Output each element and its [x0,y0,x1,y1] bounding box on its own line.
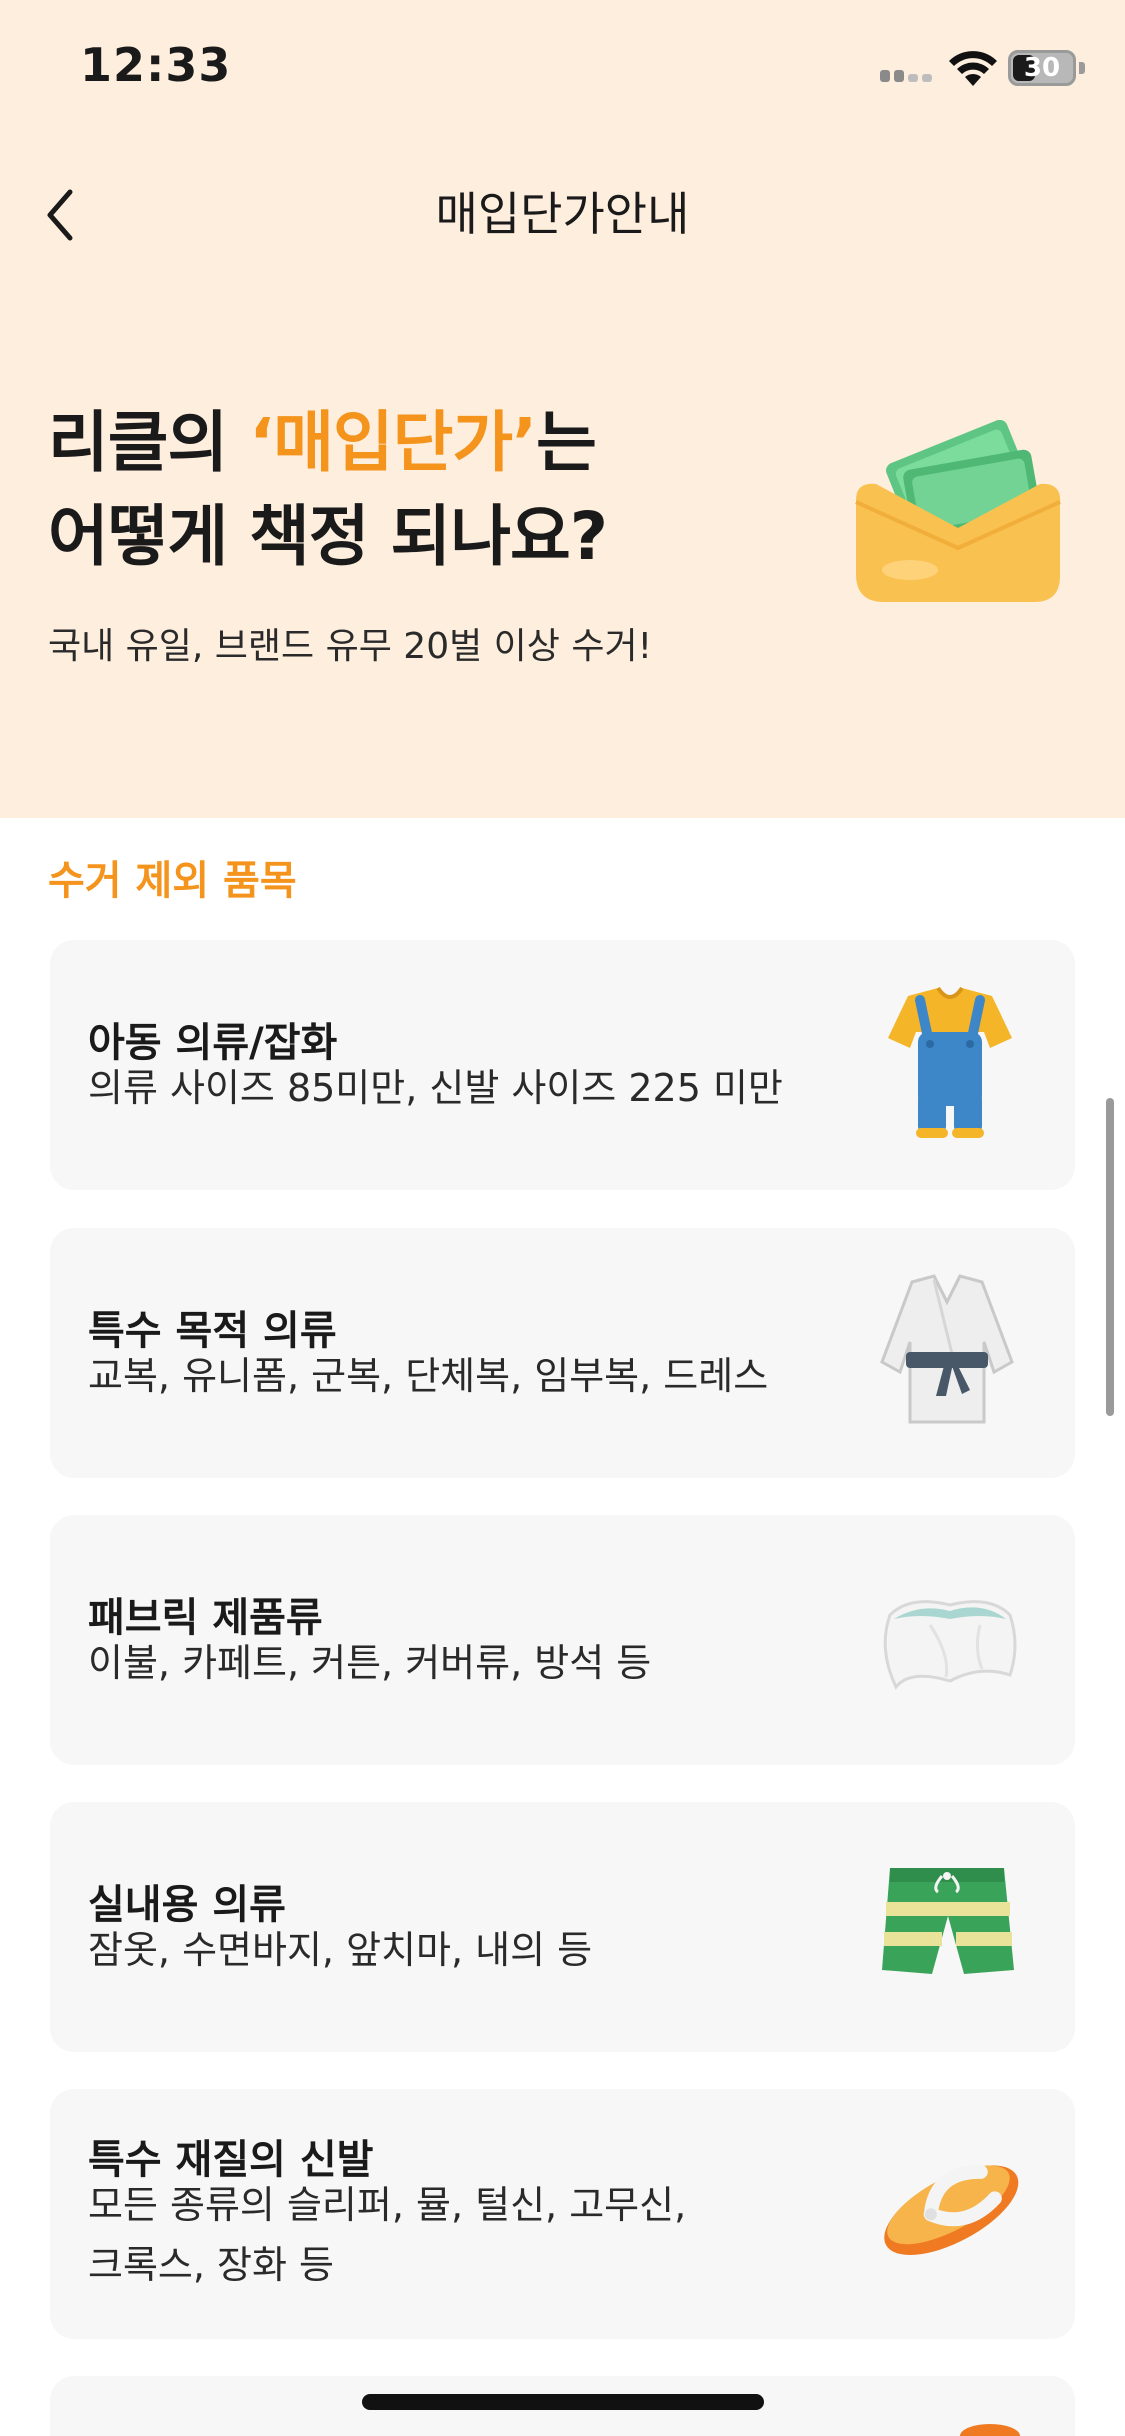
battery-level: 30 [1023,53,1061,83]
item-image-partial [960,2424,1020,2436]
list-item[interactable]: 패브릭 제품류 이불, 카페트, 커튼, 커버류, 방석 등 [50,1515,1075,1765]
uniform-robe-icon [880,1274,1014,1424]
item-description: 의류 사이즈 85미만, 신발 사이즈 225 미만 [88,1066,783,1110]
hero-title-prefix: 리클의 [48,404,250,481]
shorts-icon [882,1868,1014,1974]
hero-title-line1: 리클의 ‘매입단가’는 [48,396,607,490]
hero-title-suffix: 는 [536,404,597,481]
status-time: 12:33 [80,38,232,92]
item-description: 모든 종류의 슬리퍼, 뮬, 털신, 고무신, 크록스, 장화 등 [88,2183,687,2287]
money-envelope-icon [855,420,1061,602]
flip-flop-icon [884,2164,1019,2255]
hero-title-line2: 어떻게 책정 되나요? [48,498,608,575]
item-description: 잠옷, 수면바지, 앞치마, 내의 등 [88,1928,593,1972]
page-title: 매입단가안내 [435,187,690,241]
home-indicator[interactable] [362,2394,764,2410]
hero-subtitle: 국내 유일, 브랜드 유무 20벌 이상 수거! [48,626,653,667]
list-item[interactable]: 특수 재질의 신발 모든 종류의 슬리퍼, 뮬, 털신, 고무신, 크록스, 장… [50,2089,1075,2339]
list-item[interactable]: 아동 의류/잡화 의류 사이즈 85미만, 신발 사이즈 225 미만 [50,940,1075,1190]
item-description: 이불, 카페트, 커튼, 커버류, 방석 등 [88,1641,652,1685]
hero-title: 리클의 ‘매입단가’는 어떻게 책정 되나요? [48,396,608,584]
list-item[interactable]: 실내용 의류 잠옷, 수면바지, 앞치마, 내의 등 [50,1802,1075,2052]
pillow-icon [883,1600,1017,1690]
wifi-icon [949,51,997,86]
item-description: 교복, 유니폼, 군복, 단체복, 임부복, 드레스 [88,1354,769,1398]
scrollbar[interactable] [1106,1098,1114,1416]
kids-overalls-icon [888,986,1012,1138]
hero-title-accent: ‘매입단가’ [249,404,537,481]
battery-cap [1079,62,1085,74]
cellular-signal-icon [880,66,936,82]
section-label: 수거 제외 품목 [48,858,297,904]
battery-icon: 30 [1008,50,1076,86]
status-bar: 12:33 30 [0,0,1125,132]
list-item[interactable]: 특수 목적 의류 교복, 유니폼, 군복, 단체복, 임부복, 드레스 [50,1228,1075,1478]
